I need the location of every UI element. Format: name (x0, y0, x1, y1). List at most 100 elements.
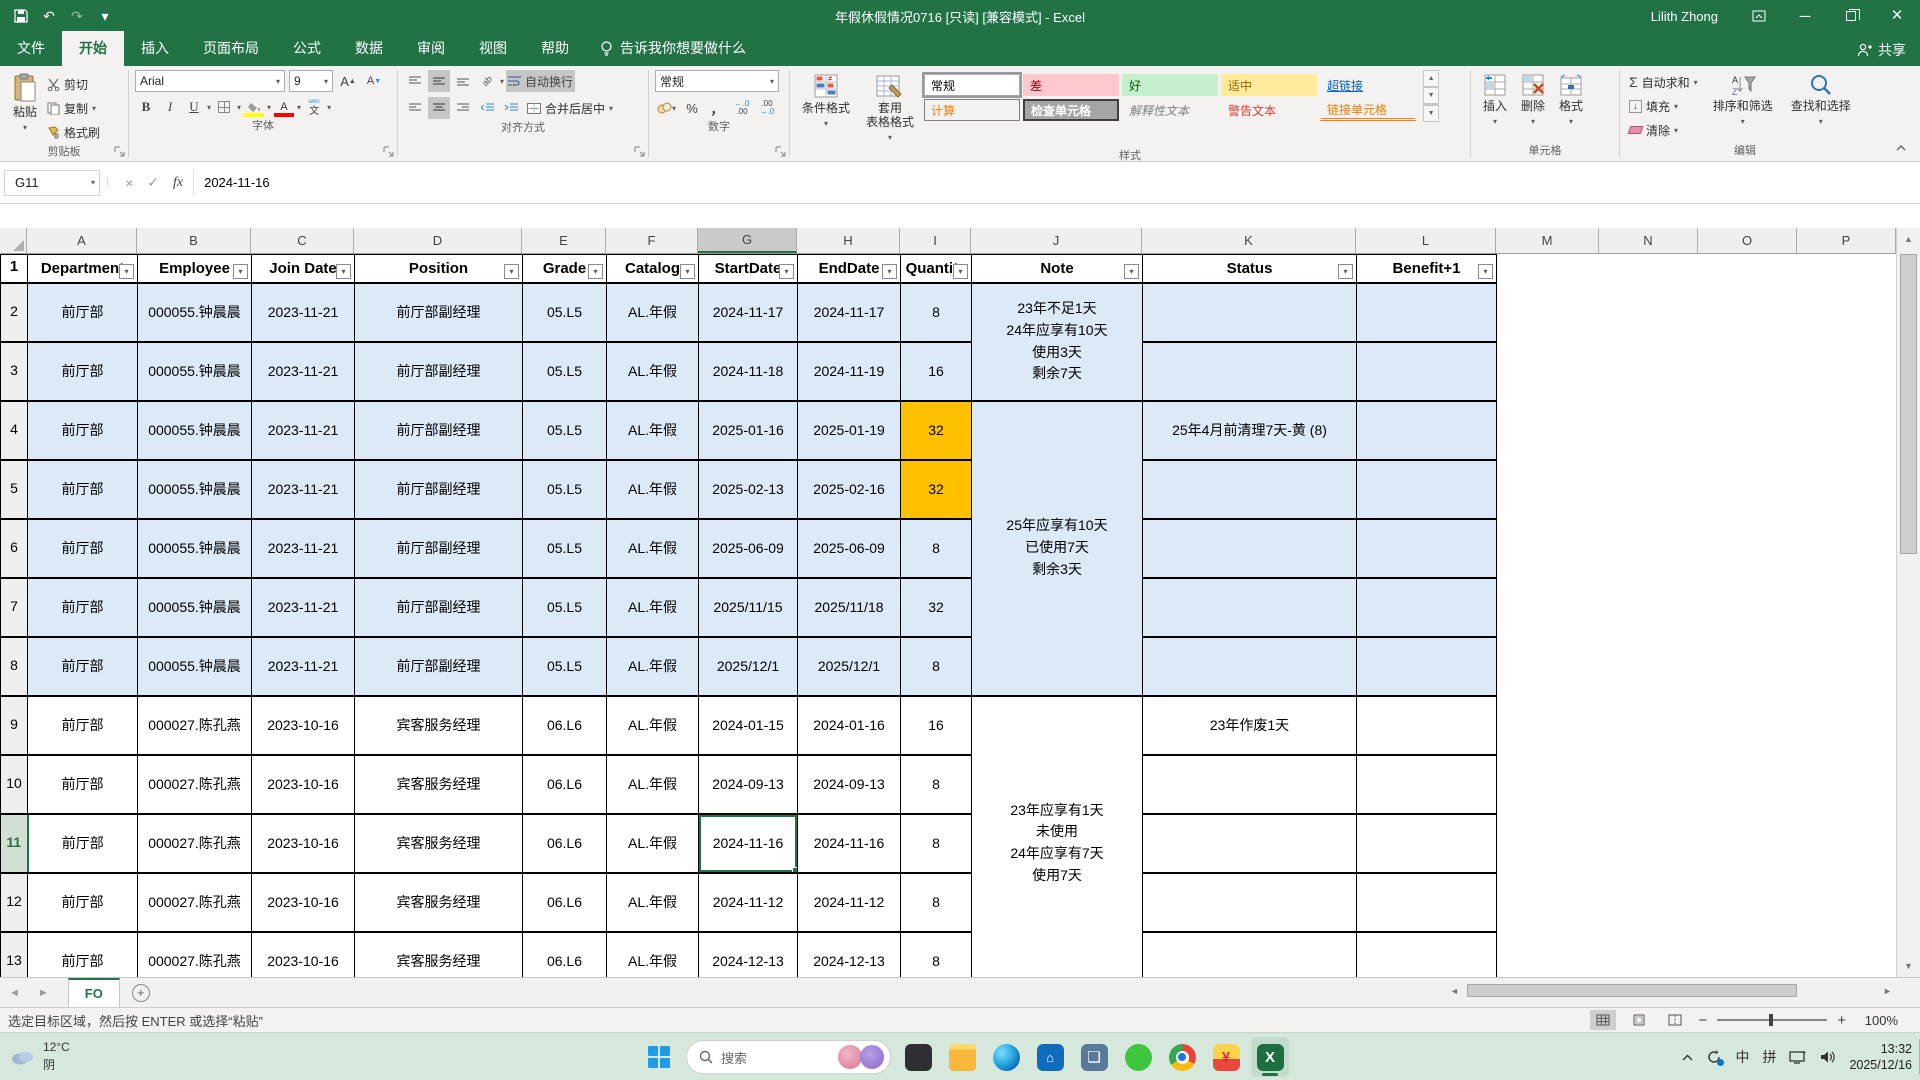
col-header-E[interactable]: E (522, 228, 606, 253)
zoom-level[interactable]: 100% (1856, 1013, 1898, 1028)
cell-H5[interactable]: 2025-02-16 (798, 460, 901, 519)
cell-A12[interactable]: 前厅部 (28, 873, 138, 932)
accounting-format-icon[interactable]: ▾ (655, 97, 678, 119)
cell-G3[interactable]: 2024-11-18 (699, 342, 798, 401)
clock[interactable]: 13:32 2025/12/16 (1849, 1041, 1912, 1073)
cell-A9[interactable]: 前厅部 (28, 696, 138, 755)
cell-style-bad[interactable]: 差 (1023, 74, 1119, 96)
decrease-font-icon[interactable]: A▼ (363, 70, 385, 92)
cell-I8[interactable]: 8 (901, 637, 972, 696)
scroll-up-icon[interactable]: ▲ (1897, 228, 1920, 250)
row-header-12[interactable]: 12 (1, 873, 28, 932)
col-header-P[interactable]: P (1797, 228, 1896, 253)
cell-I2[interactable]: 8 (901, 283, 972, 342)
wechat-app-icon[interactable] (1119, 1037, 1157, 1077)
cell-H12[interactable]: 2024-11-12 (798, 873, 901, 932)
cell-K8[interactable] (1143, 637, 1357, 696)
header-cell-startdate[interactable]: StartDate▾ (699, 255, 798, 283)
ribbon-display-options-icon[interactable] (1736, 0, 1782, 32)
cell-A6[interactable]: 前厅部 (28, 519, 138, 578)
pc-manager-app-icon[interactable]: ❏ (1075, 1037, 1113, 1077)
zoom-in-icon[interactable]: + (1837, 1012, 1846, 1029)
col-header-C[interactable]: C (251, 228, 354, 253)
cell-I12[interactable]: 8 (901, 873, 972, 932)
cell-C6[interactable]: 2023-11-21 (252, 519, 355, 578)
font-size-combo[interactable]: 9 ▾ (289, 70, 333, 92)
cell-C4[interactable]: 2023-11-21 (252, 401, 355, 460)
cell-K9[interactable]: 23年作废1天 (1143, 696, 1357, 755)
cell-C9[interactable]: 2023-10-16 (252, 696, 355, 755)
cell-L7[interactable] (1357, 578, 1497, 637)
cell-H6[interactable]: 2025-06-09 (798, 519, 901, 578)
tray-chevron-icon[interactable] (1682, 1054, 1693, 1061)
cell-C7[interactable]: 2023-11-21 (252, 578, 355, 637)
row-header-10[interactable]: 10 (1, 755, 28, 814)
page-layout-view-icon[interactable] (1626, 1010, 1652, 1030)
cell-D12[interactable]: 宾客服务经理 (355, 873, 523, 932)
cell-G2[interactable]: 2024-11-17 (699, 283, 798, 342)
row-header-5[interactable]: 5 (1, 460, 28, 519)
copy-button[interactable]: 复制 ▾ (44, 96, 103, 120)
cell-D10[interactable]: 宾客服务经理 (355, 755, 523, 814)
cell-G13[interactable]: 2024-12-13 (699, 932, 798, 978)
header-cell-grade[interactable]: Grade▾ (523, 255, 607, 283)
cell-D9[interactable]: 宾客服务经理 (355, 696, 523, 755)
row-header-2[interactable]: 2 (1, 283, 28, 342)
weather-widget[interactable]: 12°C 阴 (10, 1038, 70, 1074)
zoom-slider[interactable] (1717, 1019, 1827, 1021)
cell-H7[interactable]: 2025/11/18 (798, 578, 901, 637)
filter-icon[interactable]: ▾ (779, 264, 794, 279)
copilot-app-icon[interactable] (899, 1037, 937, 1077)
cell-H2[interactable]: 2024-11-17 (798, 283, 901, 342)
row-header-8[interactable]: 8 (1, 637, 28, 696)
vertical-scroll-thumb[interactable] (1900, 254, 1917, 554)
cell-F4[interactable]: AL.年假 (607, 401, 699, 460)
collapse-ribbon-icon[interactable] (1890, 139, 1912, 157)
cell-E5[interactable]: 05.L5 (523, 460, 607, 519)
cell-B7[interactable]: 000055.钟晨晨 (138, 578, 252, 637)
account-name[interactable]: Lilith Zhong (1651, 9, 1718, 24)
cell-style-hyperlink[interactable]: 超链接 (1320, 74, 1416, 96)
cell-F5[interactable]: AL.年假 (607, 460, 699, 519)
row-header-7[interactable]: 7 (1, 578, 28, 637)
merge-center-button[interactable]: 合并后居中 ▾ (524, 96, 616, 120)
cell-I5[interactable]: 32 (901, 460, 972, 519)
row-header-13[interactable]: 13 (1, 932, 28, 978)
tab-insert[interactable]: 插入 (124, 31, 186, 66)
autosum-button[interactable]: Σ 自动求和 ▾ (1626, 70, 1701, 94)
enter-icon[interactable]: ✓ (147, 174, 159, 191)
cell-F13[interactable]: AL.年假 (607, 932, 699, 978)
font-name-combo[interactable]: Arial ▾ (135, 70, 285, 92)
row-header-1[interactable]: 1 (1, 255, 28, 283)
formula-input[interactable]: 2024-11-16 (194, 175, 1920, 190)
cell-E9[interactable]: 06.L6 (523, 696, 607, 755)
cell-C11[interactable]: 2023-10-16 (252, 814, 355, 873)
cell-K4[interactable]: 25年4月前清理7天-黄 (8) (1143, 401, 1357, 460)
tab-home[interactable]: 开始 (62, 31, 124, 66)
row-header-3[interactable]: 3 (1, 342, 28, 401)
col-header-A[interactable]: A (27, 228, 137, 253)
new-sheet-icon[interactable]: + (132, 984, 150, 1002)
number-dialog-launcher-icon[interactable] (775, 146, 787, 158)
cell-F11[interactable]: AL.年假 (607, 814, 699, 873)
cell-H10[interactable]: 2024-09-13 (798, 755, 901, 814)
cell-A13[interactable]: 前厅部 (28, 932, 138, 978)
cell-I13[interactable]: 8 (901, 932, 972, 978)
cell-D2[interactable]: 前厅部副经理 (355, 283, 523, 342)
underline-button[interactable]: U (183, 96, 205, 118)
gallery-scroll-up-icon[interactable]: ▲ (1423, 70, 1439, 87)
zoom-out-icon[interactable]: − (1698, 1012, 1707, 1029)
cell-K6[interactable] (1143, 519, 1357, 578)
name-box[interactable]: G11 ▾ (4, 170, 100, 196)
cell-I10[interactable]: 8 (901, 755, 972, 814)
cell-F2[interactable]: AL.年假 (607, 283, 699, 342)
filter-icon[interactable]: ▾ (953, 264, 968, 279)
cell-D13[interactable]: 宾客服务经理 (355, 932, 523, 978)
format-cells-button[interactable]: 格式 ▾ (1553, 70, 1589, 132)
qat-customize-icon[interactable]: ▾ (92, 3, 118, 29)
cell-L10[interactable] (1357, 755, 1497, 814)
cell-J9[interactable]: 23年应享有1天 未使用 24年应享有7天 使用7天 (972, 696, 1143, 978)
col-header-J[interactable]: J (971, 228, 1142, 253)
bold-button[interactable]: B (135, 96, 157, 118)
clipboard-dialog-launcher-icon[interactable] (114, 146, 126, 158)
